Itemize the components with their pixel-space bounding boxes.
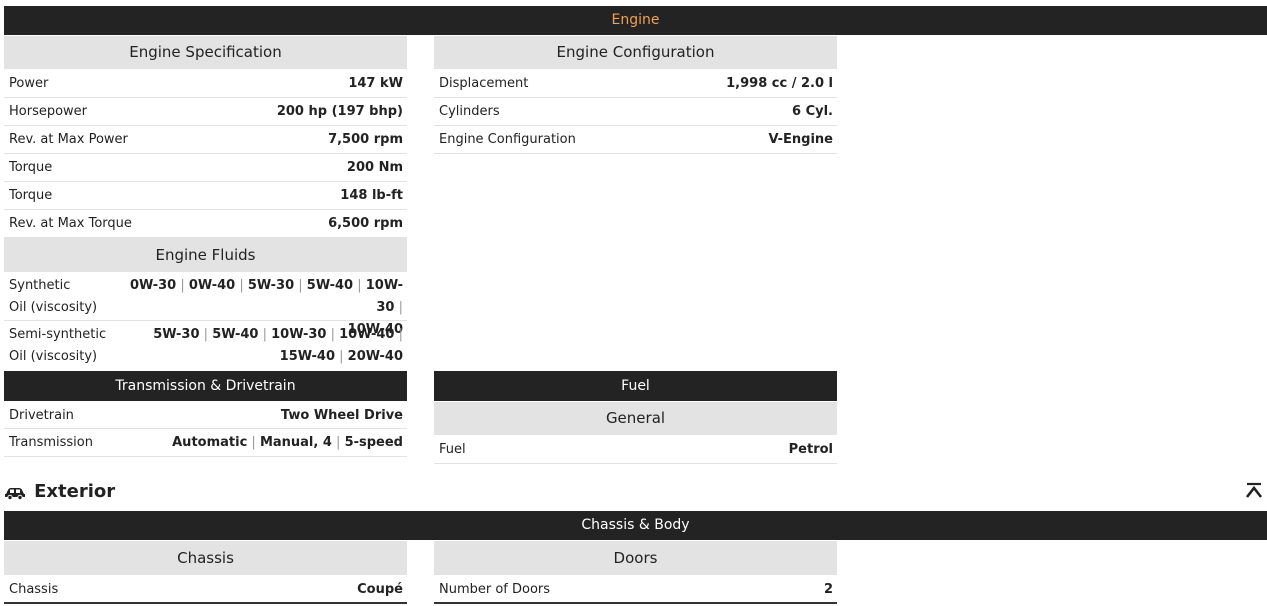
spec-row: Rev. at Max Power 7,500 rpm — [4, 126, 407, 154]
chassis-value: Coupé — [357, 582, 403, 597]
row-label: Cylinders — [439, 104, 500, 119]
spec-row: Displacement 1,998 cc / 2.0 l — [434, 70, 837, 98]
transmission-label: Transmission — [9, 435, 93, 450]
row-value: 200 hp (197 bhp) — [276, 104, 403, 119]
synthetic-oil-label-line1: Synthetic — [9, 278, 71, 293]
transmission-drivetrain-header: Transmission & Drivetrain — [4, 371, 407, 401]
spec-row: Horsepower 200 hp (197 bhp) — [4, 98, 407, 126]
engine-specification-heading: Engine Specification — [4, 36, 407, 69]
semi-synthetic-oil-label-line2: Oil (viscosity) — [9, 349, 98, 364]
car-icon — [4, 483, 26, 501]
transmission-values: Automatic | Manual, 4 | 5-speed — [172, 435, 403, 450]
spec-row: Torque 200 Nm — [4, 154, 407, 182]
semi-synthetic-oil-row: Semi-synthetic Oil (viscosity) 5W-30 | 5… — [4, 324, 407, 368]
semi-synthetic-oil-values: 5W-30 | 5W-40 | 10W-30 | 10W-40 | 15W-40… — [153, 327, 403, 364]
spec-row: Cylinders 6 Cyl. — [434, 98, 837, 126]
row-label: Rev. at Max Power — [9, 132, 128, 147]
spec-row: Torque 148 lb-ft — [4, 182, 407, 210]
doors-value: 2 — [823, 582, 833, 597]
synthetic-oil-row: Synthetic Oil (viscosity) 0W-30 | 0W-40 … — [4, 275, 407, 337]
semi-synthetic-oil-label-line1: Semi-synthetic — [9, 327, 107, 342]
row-label: Torque — [9, 160, 53, 175]
row-value: 6,500 rpm — [328, 216, 403, 231]
row-value: 148 lb-ft — [340, 188, 403, 203]
row-label: Rev. at Max Torque — [9, 216, 132, 231]
fuel-label: Fuel — [439, 442, 466, 457]
synthetic-oil-label-line2: Oil (viscosity) — [9, 300, 98, 315]
doors-row: Number of Doors 2 — [434, 576, 837, 604]
fuel-value: Petrol — [788, 442, 833, 457]
row-label: Engine Configuration — [439, 132, 576, 147]
exterior-heading: Exterior — [4, 478, 115, 506]
row-label: Torque — [9, 188, 53, 203]
drivetrain-value: Two Wheel Drive — [280, 408, 403, 423]
drivetrain-row: Drivetrain Two Wheel Drive — [4, 402, 407, 429]
fuel-general-heading: General — [434, 402, 837, 435]
spec-row: Power 147 kW — [4, 70, 407, 98]
row-value: V-Engine — [768, 132, 833, 147]
fuel-header: Fuel — [434, 371, 837, 401]
row-label: Horsepower — [9, 104, 88, 119]
chassis-label: Chassis — [9, 582, 59, 597]
row-value: 6 Cyl. — [792, 104, 833, 119]
chassis-body-header: Chassis & Body — [4, 511, 1267, 540]
engine-section-title: Engine — [611, 12, 660, 28]
exterior-title: Exterior — [34, 481, 116, 502]
transmission-row: Transmission Automatic | Manual, 4 | 5-s… — [4, 429, 407, 457]
engine-section-header: Engine — [4, 6, 1267, 35]
doors-heading: Doors — [434, 541, 837, 575]
spec-row: Rev. at Max Torque 6,500 rpm — [4, 210, 407, 238]
row-value: 7,500 rpm — [328, 132, 403, 147]
doors-label: Number of Doors — [439, 582, 551, 597]
scroll-to-top-icon[interactable] — [1245, 482, 1263, 500]
fuel-row: Fuel Petrol — [434, 436, 837, 464]
chassis-row: Chassis Coupé — [4, 576, 407, 604]
engine-configuration-heading: Engine Configuration — [434, 36, 837, 69]
row-value: 200 Nm — [346, 160, 403, 175]
engine-fluids-heading: Engine Fluids — [4, 238, 407, 272]
row-value: 1,998 cc / 2.0 l — [726, 76, 833, 91]
row-label: Power — [9, 76, 49, 91]
row-label: Displacement — [439, 76, 529, 91]
drivetrain-label: Drivetrain — [9, 408, 74, 423]
chassis-heading: Chassis — [4, 541, 407, 575]
row-value: 147 kW — [348, 76, 403, 91]
spec-row: Engine Configuration V-Engine — [434, 126, 837, 154]
